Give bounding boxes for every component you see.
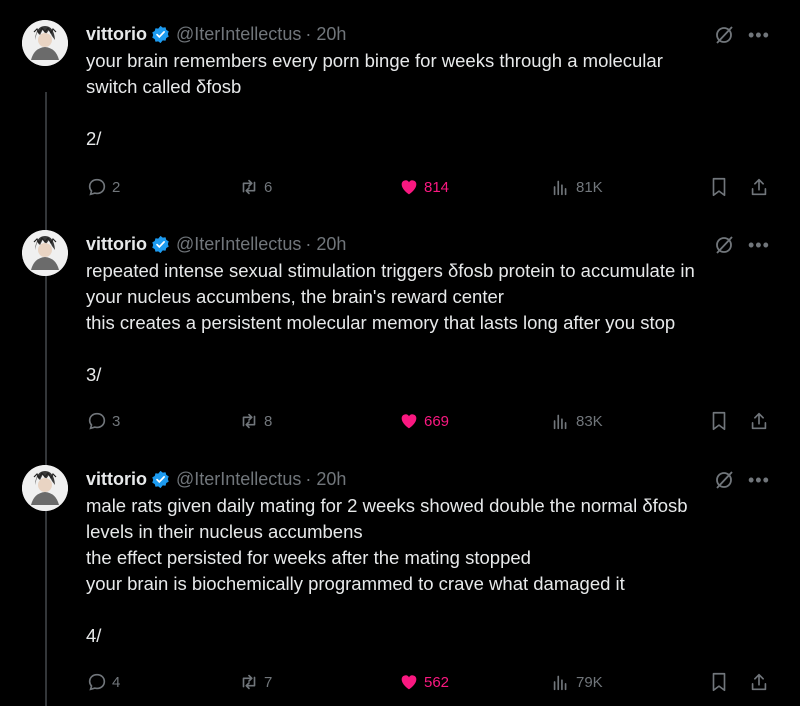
tweet[interactable]: vittorio @IterIntellectus · 20h ••• male… [0,465,800,706]
action-bar: 3 8 669 83K [86,410,776,434]
like-count: 669 [424,412,450,430]
timestamp[interactable]: · 20h [305,234,346,255]
tweet[interactable]: vittorio @IterIntellectus · 20h ••• repe… [0,230,800,450]
reply-count: 3 [112,412,121,430]
bookmark-icon [712,177,726,197]
reply-count: 4 [112,673,121,691]
reply-icon [88,178,106,196]
like-button[interactable]: 669 [398,410,449,432]
timestamp[interactable]: · 20h [305,24,346,45]
reply-button[interactable]: 4 [86,671,120,693]
like-count: 562 [424,673,450,691]
share-button[interactable] [748,176,774,198]
bookmark-icon [712,672,726,692]
grok-icon[interactable] [712,23,736,47]
repost-icon [242,179,256,195]
author-handle[interactable]: @IterIntellectus [176,234,301,255]
share-icon [751,178,767,196]
reply-icon [88,412,106,430]
grok-icon[interactable] [712,233,736,257]
repost-button[interactable]: 8 [238,410,272,432]
tweet-text: repeated intense sexual stimulation trig… [86,260,695,385]
views-count: 83K [576,412,603,430]
action-bar: 2 6 814 81K [86,176,776,200]
views-count: 79K [576,673,603,691]
avatar[interactable] [22,230,68,276]
bookmark-button[interactable] [708,671,734,693]
author-name[interactable]: vittorio [86,234,147,255]
more-icon[interactable]: ••• [748,471,770,489]
tweet-text: male rats given daily mating for 2 weeks… [86,495,688,646]
repost-button[interactable]: 6 [238,176,272,198]
share-icon [751,673,767,691]
repost-button[interactable]: 7 [238,671,272,693]
like-count: 814 [424,178,450,196]
more-icon[interactable]: ••• [748,26,770,44]
views-button[interactable]: 83K [550,410,603,432]
action-bar: 4 7 562 79K [86,671,776,695]
repost-icon [242,413,256,429]
views-icon [553,414,567,430]
heart-icon [401,414,417,429]
views-button[interactable]: 79K [550,671,603,693]
verified-badge-icon [152,470,169,488]
avatar[interactable] [22,20,68,66]
share-icon [751,412,767,430]
share-button[interactable] [748,671,774,693]
bookmark-button[interactable] [708,176,734,198]
views-button[interactable]: 81K [550,176,603,198]
reply-count: 2 [112,178,121,196]
tweet-text: your brain remembers every porn binge fo… [86,50,663,149]
heart-icon [401,675,417,690]
reply-button[interactable]: 3 [86,410,120,432]
timestamp[interactable]: · 20h [305,469,346,490]
tweet[interactable]: vittorio @IterIntellectus · 20h ••• your… [0,20,800,220]
repost-icon [242,674,256,690]
repost-count: 7 [264,673,273,691]
reply-button[interactable]: 2 [86,176,120,198]
like-button[interactable]: 814 [398,176,449,198]
repost-count: 8 [264,412,273,430]
verified-badge-icon [152,235,169,253]
author-handle[interactable]: @IterIntellectus [176,469,301,490]
grok-icon[interactable] [712,468,736,492]
bookmark-button[interactable] [708,410,734,432]
avatar[interactable] [22,465,68,511]
author-name[interactable]: vittorio [86,24,147,45]
heart-icon [401,180,417,195]
views-icon [553,675,567,691]
bookmark-icon [712,411,726,431]
like-button[interactable]: 562 [398,671,449,693]
author-name[interactable]: vittorio [86,469,147,490]
more-icon[interactable]: ••• [748,236,770,254]
share-button[interactable] [748,410,774,432]
author-handle[interactable]: @IterIntellectus [176,24,301,45]
verified-badge-icon [152,25,169,43]
reply-icon [88,673,106,691]
views-count: 81K [576,178,603,196]
views-icon [553,180,567,196]
repost-count: 6 [264,178,273,196]
